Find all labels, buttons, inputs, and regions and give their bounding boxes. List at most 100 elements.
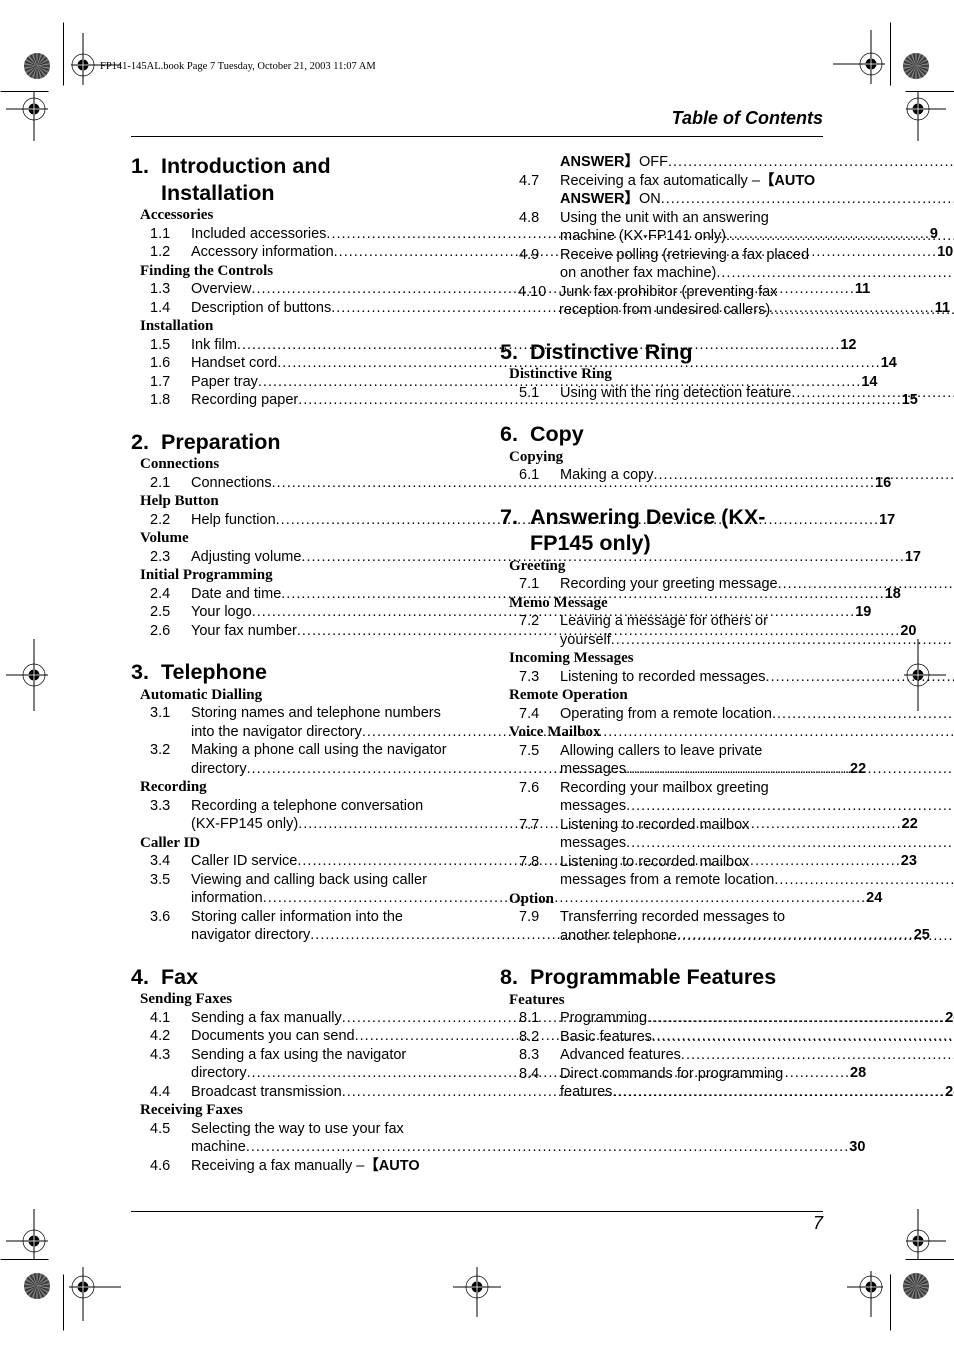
toc-entry[interactable]: 3.1 Storing names and telephone numbers in… bbox=[131, 704, 454, 741]
toc-entry[interactable]: 3.2 Making a phone call using the navigat… bbox=[131, 741, 866, 778]
entry-line: machine 30 bbox=[191, 1138, 865, 1157]
chapter-title-line: Introduction and bbox=[161, 154, 331, 178]
entry-text: Making a phone call using the navigator bbox=[191, 742, 447, 758]
chapter-number: 8. bbox=[500, 965, 518, 989]
toc-entry[interactable]: 5.1 Using with the ring detection feature… bbox=[500, 384, 823, 403]
entry-line: Receiving a fax manually – 【AUTO bbox=[191, 1157, 454, 1176]
page-number: 7 bbox=[812, 1213, 823, 1233]
toc-entry[interactable]: 3.6 Storing caller information into the na… bbox=[131, 908, 930, 945]
chapter-heading[interactable]: 3. Telephone bbox=[131, 659, 454, 686]
toc-entry[interactable]: 1.1Included accessories9 bbox=[131, 225, 938, 244]
toc-entry[interactable]: 4.5 Selecting the way to use your fax mach… bbox=[131, 1120, 865, 1157]
toc-entry[interactable]: 4.3 Sending a fax using the navigator dire… bbox=[131, 1046, 866, 1083]
entry-text: Receiving a fax manually – bbox=[191, 1157, 365, 1174]
section-heading: Copying bbox=[509, 448, 564, 465]
chapter-heading[interactable]: 1. Introduction and Installation bbox=[131, 153, 454, 206]
toc-entry[interactable]: 1.2Accessory information10 bbox=[131, 243, 953, 262]
chapter-title-line: Answering Device (KX- bbox=[530, 504, 766, 529]
toc-entry[interactable]: 7.1Recording your greeting message38 bbox=[500, 575, 823, 594]
toc-entry[interactable]: 4.10 Junk fax prohibitor (preventing fax r… bbox=[500, 283, 823, 320]
section-heading: Accessories bbox=[140, 207, 214, 223]
toc-entry[interactable]: 1.7Paper tray14 bbox=[131, 373, 877, 392]
chapter-heading[interactable]: 5. Distinctive Ring bbox=[500, 339, 823, 366]
header-rule bbox=[131, 136, 823, 137]
chapter-number: 6. bbox=[500, 422, 518, 446]
toc-entry[interactable]: 1.8Recording paper15 bbox=[131, 391, 918, 410]
toc-entry[interactable]: 1.6 Handset cord 14 bbox=[131, 354, 897, 373]
toc-entry[interactable]: 7.2 Leaving a message for others or yourse… bbox=[500, 612, 823, 649]
entry-number: 1.8 bbox=[150, 392, 171, 408]
toc-entry[interactable]: 2.1Connections16 bbox=[131, 474, 891, 493]
entry-body: Listening to recorded mailbox messages fr… bbox=[560, 853, 954, 890]
chapter-heading[interactable]: 6. Copy bbox=[500, 421, 823, 448]
entry-text: Description of buttons bbox=[191, 299, 332, 316]
chapter-heading[interactable]: 2. Preparation bbox=[131, 429, 454, 456]
toc-entry[interactable]: 4.7 Receiving a fax automatically – 【AUTO… bbox=[500, 172, 823, 209]
toc-entry[interactable]: 4.2Documents you can send27 bbox=[131, 1027, 454, 1046]
toc-entry[interactable]: 7.5 Allowing callers to leave private mess… bbox=[500, 742, 823, 779]
section-heading: Automatic Dialling bbox=[140, 686, 263, 703]
toc-entry[interactable]: 3.4Caller ID service23 bbox=[131, 852, 917, 871]
toc-entry[interactable]: 4.8 Using the unit with an answering machi… bbox=[500, 209, 823, 246]
toc-entry[interactable]: 7.9 Transferring recorded messages to anot… bbox=[500, 908, 823, 945]
toc-entry[interactable]: 2.4Date and time18 bbox=[131, 585, 901, 604]
entry-text: Listening to recorded mailbox bbox=[560, 816, 750, 833]
entry-number: 4.7 bbox=[519, 172, 540, 189]
toc-entry[interactable]: 2.6Your fax number20 bbox=[131, 622, 916, 641]
entry-line: messages43 bbox=[560, 834, 954, 853]
entry-number: 3.1 bbox=[150, 705, 171, 721]
entry-line: features52 bbox=[560, 1083, 954, 1102]
toc-entry[interactable]: 6.1Making a copy36 bbox=[500, 466, 823, 485]
entry-number: 3.4 bbox=[150, 853, 171, 869]
entry-number: 7.5 bbox=[519, 742, 540, 759]
toc-entry[interactable]: 8.4 Direct commands for programming featur… bbox=[500, 1065, 823, 1102]
entry-text: Sending a fax manually bbox=[191, 1009, 342, 1026]
entry-text: Documents you can send bbox=[191, 1028, 355, 1044]
entry-text: into the navigator directory bbox=[191, 723, 362, 740]
chapter-title: Programmable Features bbox=[530, 964, 823, 991]
toc-entry-continuation[interactable]: ANSWER】 OFF31 bbox=[500, 153, 823, 172]
entry-text: on another fax machine) bbox=[560, 265, 717, 281]
toc-entry[interactable]: 4.4Broadcast transmission28 bbox=[131, 1083, 954, 1102]
entry-text: features bbox=[560, 1084, 613, 1100]
entry-page-number: 12 bbox=[840, 336, 857, 353]
toc-entry[interactable]: 8.3Advanced features48 bbox=[500, 1046, 823, 1065]
entry-line: Listening to recorded messages39 bbox=[560, 668, 954, 687]
toc-entry[interactable]: 1.3Overview11 bbox=[131, 280, 870, 299]
entry-text: machine bbox=[191, 1139, 246, 1155]
chapter-heading[interactable]: 7. Answering Device (KX- FP145 only) bbox=[500, 504, 823, 557]
entry-body: Recording your mailbox greetingmessages4… bbox=[560, 779, 954, 816]
entry-number: 2.6 bbox=[150, 622, 171, 639]
toc-entry[interactable]: 2.2 Help function 17 bbox=[131, 511, 895, 530]
entry-text: (KX-FP145 only) bbox=[191, 816, 299, 832]
chapter-heading[interactable]: 4. Fax bbox=[131, 964, 454, 991]
toc-entry[interactable]: 7.7 Listening to recorded mailbox messages… bbox=[500, 816, 823, 853]
entry-number: 3.5 bbox=[150, 871, 171, 888]
toc-entry[interactable]: 2.5Your logo19 bbox=[131, 603, 871, 622]
crosshair-registration-icon bbox=[6, 639, 48, 711]
toc-entry[interactable]: 2.3 Adjusting volume 17 bbox=[131, 548, 921, 567]
chapter-spacer bbox=[131, 640, 454, 659]
chapter-heading[interactable]: 8. Programmable Features bbox=[500, 964, 823, 991]
toc-entry[interactable]: 8.1Programming46 bbox=[500, 1009, 823, 1028]
entry-number: 2.5 bbox=[150, 604, 171, 620]
toc-entry[interactable]: 3.3 Recording a telephone conversation (KX… bbox=[131, 797, 918, 834]
toc-entry[interactable]: 7.3Listening to recorded messages39 bbox=[500, 668, 823, 687]
toc-entry[interactable]: 1.4Description of buttons11 bbox=[131, 299, 950, 318]
entry-number: 4.10 bbox=[518, 283, 547, 300]
entry-text: Recording your mailbox greeting bbox=[560, 779, 769, 796]
toc-entry[interactable]: 4.6 Receiving a fax manually – 【AUTO bbox=[131, 1157, 454, 1176]
entry-number: 7.2 bbox=[519, 613, 540, 629]
toc-entry[interactable]: 7.6 Recording your mailbox greeting messag… bbox=[500, 779, 823, 816]
entry-text-bold: ANSWER】 bbox=[560, 191, 639, 207]
toc-entry[interactable]: 4.1Sending a fax manually26 bbox=[131, 1009, 954, 1028]
toc-entry[interactable]: 1.5 Ink film 12 bbox=[131, 336, 857, 355]
toc-entry[interactable]: 4.9 Receive polling (retrieving a fax pla… bbox=[500, 246, 823, 283]
entry-line: Leaving a message for others or bbox=[560, 612, 954, 631]
toc-entry[interactable]: 8.2Basic features47 bbox=[500, 1028, 823, 1047]
toc-entry[interactable]: 3.5 Viewing and calling back using caller… bbox=[131, 871, 882, 908]
entry-line: Listening to recorded mailbox bbox=[560, 853, 954, 872]
toc-entry[interactable]: 7.8 Listening to recorded mailbox messages… bbox=[500, 853, 823, 890]
toc-entry[interactable]: 7.4Operating from a remote location40 bbox=[500, 705, 823, 724]
entry-text: directory bbox=[191, 760, 247, 777]
